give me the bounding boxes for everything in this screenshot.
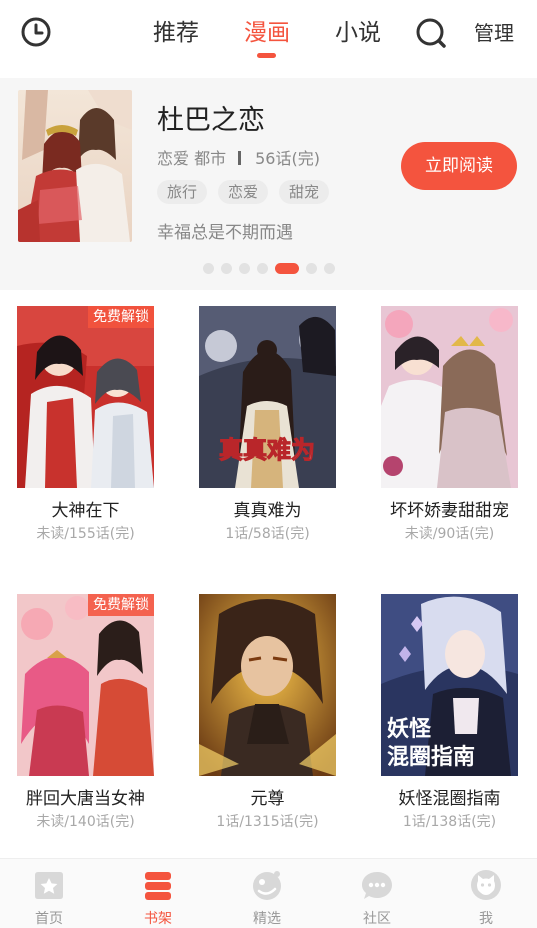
comic-progress: 未读/155话(完) xyxy=(36,526,135,542)
carousel-dot[interactable] xyxy=(306,263,317,274)
comic-cover[interactable]: 妖怪 混圈指南 xyxy=(381,594,518,776)
featured-genres: 恋爱 都市 xyxy=(157,149,227,168)
clock-icon[interactable] xyxy=(20,16,52,48)
comic-card[interactable]: 免费解锁 胖回大唐当女神 未读/140话(完) xyxy=(17,594,154,832)
comic-progress: 未读/140话(完) xyxy=(36,814,135,830)
comic-card[interactable]: 真真难为 真真难为 1话/58话(完) xyxy=(199,306,336,544)
comic-progress: 1话/58话(完) xyxy=(225,526,310,542)
tab-novels[interactable]: 小说 xyxy=(335,18,381,50)
featured-title[interactable]: 杜巴之恋 xyxy=(157,104,265,138)
nav-label: 我 xyxy=(479,911,493,927)
nav-item-bookshelf[interactable]: 书架 xyxy=(118,859,198,928)
bookshelf-icon xyxy=(145,872,171,900)
comic-cover[interactable]: 免费解锁 xyxy=(17,594,154,776)
comic-cover[interactable]: 真真难为 xyxy=(199,306,336,488)
featured-tags: 旅行 恋爱 甜宠 xyxy=(157,180,330,204)
comic-title[interactable]: 妖怪混圈指南 xyxy=(381,788,518,810)
carousel-dot[interactable] xyxy=(221,263,232,274)
carousel-indicator xyxy=(203,263,335,274)
free-unlock-badge: 免费解锁 xyxy=(88,594,154,616)
comic-progress: 未读/90话(完) xyxy=(404,526,495,542)
comic-card[interactable]: 免费解锁 大神在下 未读/155话(完) xyxy=(17,306,154,544)
comic-progress: 1话/138话(完) xyxy=(402,814,497,830)
nav-label: 精选 xyxy=(253,911,281,927)
comic-progress: 1话/1315话(完) xyxy=(216,814,319,830)
nav-label: 首页 xyxy=(35,911,63,927)
cover-logo-text: 真真难为 xyxy=(219,435,315,464)
comic-title[interactable]: 大神在下 xyxy=(17,500,154,522)
featured-cover-image[interactable] xyxy=(18,90,132,242)
search-icon[interactable] xyxy=(414,16,448,50)
comic-cover[interactable] xyxy=(381,306,518,488)
nav-label: 社区 xyxy=(363,911,391,927)
meta-divider xyxy=(238,151,242,165)
comic-title[interactable]: 坏坏娇妻甜甜宠 xyxy=(381,500,518,522)
bottom-nav: 首页 书架 精选 社区 我 xyxy=(0,858,537,928)
top-bar: 推荐 漫画 小说 管理 xyxy=(0,0,537,76)
home-star-icon xyxy=(35,872,63,899)
tab-comics[interactable]: 漫画 xyxy=(244,18,290,50)
nav-label: 书架 xyxy=(144,911,172,927)
comic-title[interactable]: 元尊 xyxy=(199,788,336,810)
tag-chip: 甜宠 xyxy=(279,180,330,204)
comic-title[interactable]: 胖回大唐当女神 xyxy=(17,788,154,810)
comic-title[interactable]: 真真难为 xyxy=(199,500,336,522)
active-tab-indicator xyxy=(257,53,276,58)
nav-item-featured[interactable]: 精选 xyxy=(227,859,307,928)
cover-logo: 妖怪 混圈指南 xyxy=(387,716,475,770)
comic-card[interactable]: 坏坏娇妻甜甜宠 未读/90话(完) xyxy=(381,306,518,544)
featured-slogan: 幸福总是不期而遇 xyxy=(157,223,293,243)
featured-banner[interactable]: 杜巴之恋 恋爱 都市 56话(完) 旅行 恋爱 甜宠 幸福总是不期而遇 立即阅读 xyxy=(0,78,537,290)
carousel-dot[interactable] xyxy=(239,263,250,274)
nav-item-community[interactable]: 社区 xyxy=(337,859,417,928)
tab-recommend[interactable]: 推荐 xyxy=(153,18,199,50)
comic-card[interactable]: 妖怪 混圈指南 妖怪混圈指南 1话/138话(完) xyxy=(381,594,518,832)
carousel-dot-active[interactable] xyxy=(275,263,299,274)
chat-bubble-icon xyxy=(362,872,392,899)
comic-cover[interactable]: 免费解锁 xyxy=(17,306,154,488)
carousel-dot[interactable] xyxy=(203,263,214,274)
carousel-dot[interactable] xyxy=(257,263,268,274)
comic-cover[interactable] xyxy=(199,594,336,776)
carousel-dot[interactable] xyxy=(324,263,335,274)
cover-logo-text: 混圈指南 xyxy=(387,745,475,770)
featured-face-icon xyxy=(253,871,281,900)
comic-card[interactable]: 元尊 1话/1315话(完) xyxy=(199,594,336,832)
free-unlock-badge: 免费解锁 xyxy=(88,306,154,328)
featured-chapters: 56话(完) xyxy=(255,149,320,168)
nav-item-home[interactable]: 首页 xyxy=(9,859,89,928)
tag-chip: 恋爱 xyxy=(218,180,269,204)
tag-chip: 旅行 xyxy=(157,180,208,204)
featured-meta: 恋爱 都市 56话(完) xyxy=(157,148,320,170)
profile-cat-icon xyxy=(471,870,501,900)
read-now-button[interactable]: 立即阅读 xyxy=(401,142,517,190)
manage-button[interactable]: 管理 xyxy=(474,19,514,47)
cover-logo: 真真难为 xyxy=(219,435,316,465)
nav-item-profile[interactable]: 我 xyxy=(446,859,526,928)
cover-logo-text: 妖怪 xyxy=(387,716,432,742)
